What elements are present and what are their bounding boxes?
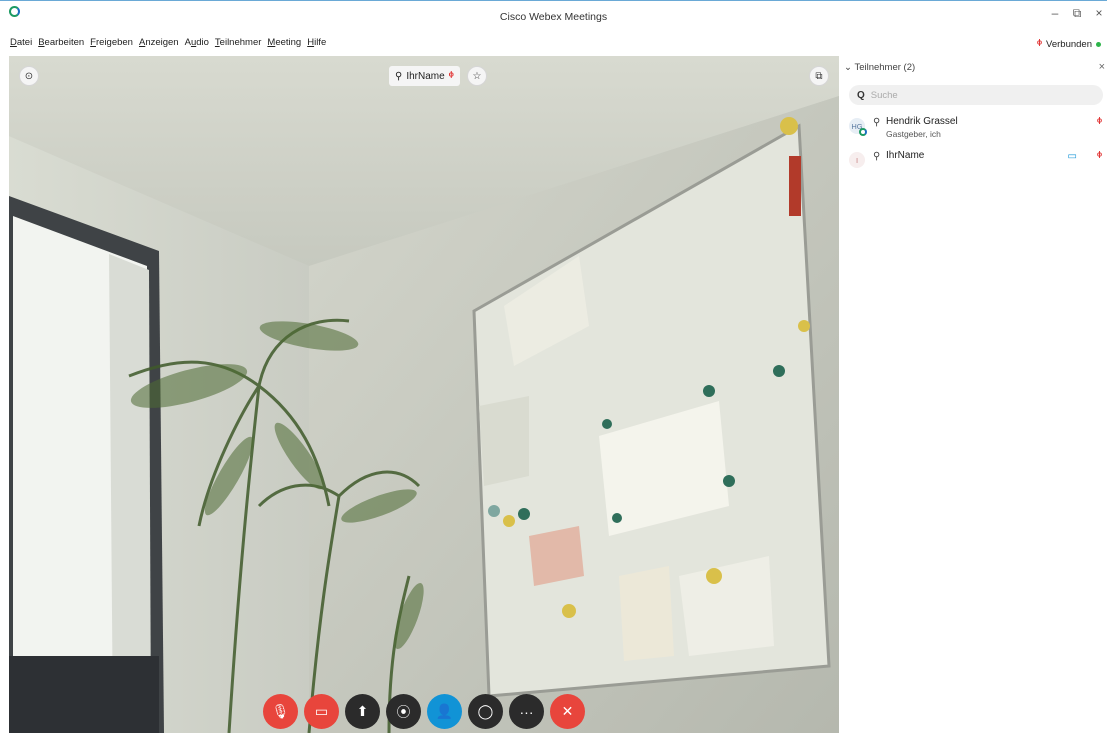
menu-bar: Datei Bearbeiten Freigeben Anzeigen Audi… xyxy=(0,37,326,53)
meeting-info-button[interactable]: ⊙ xyxy=(19,66,39,86)
window-title: Cisco Webex Meetings xyxy=(499,11,608,23)
menu-audio[interactable]: Audio xyxy=(185,37,209,53)
share-icon: ⬆ xyxy=(356,703,369,719)
muted-mic-icon: ᶲ xyxy=(448,70,454,82)
participant-role: Gastgeber, ich xyxy=(886,129,941,139)
more-icon: ··· xyxy=(519,703,534,720)
video-camera-icon: ▭ xyxy=(1067,151,1077,162)
search-icon: Q xyxy=(857,89,865,101)
window-controls: – ⧉ × xyxy=(1049,6,1105,21)
connection-status: ᶲ Verbunden xyxy=(1037,39,1101,50)
mute-button[interactable]: 🎙 xyxy=(263,694,298,729)
record-button[interactable]: ⦿ xyxy=(386,694,421,729)
self-name-chip: ⚲ IhrName ᶲ xyxy=(389,66,460,86)
meeting-controls: 🎙 ▭ ⬆ ⦿ 👤 ◯ ··· ✕ xyxy=(263,694,585,729)
participants-button[interactable]: 👤 xyxy=(427,694,462,729)
menu-teilnehmer[interactable]: Teilnehmer xyxy=(215,37,261,53)
participants-panel-header[interactable]: ⌄ Teilnehmer (2) xyxy=(844,62,1107,76)
chat-icon: ◯ xyxy=(477,703,494,719)
close-icon[interactable]: × xyxy=(1093,6,1105,21)
menu-bearbeiten[interactable]: Bearbeiten xyxy=(38,37,84,53)
video-off-icon: ▭ xyxy=(314,703,329,719)
mic-off-icon: 🎙 xyxy=(271,703,290,719)
video-area: ⊙ ⚲ IhrName ᶲ ☆ ⧉ 🎙 ▭ ⬆ ⦿ 👤 ◯ ··· ✕ xyxy=(9,56,839,733)
webex-logo-icon xyxy=(859,128,867,136)
layout-switch-button[interactable]: ⧉ xyxy=(809,66,829,86)
share-button[interactable]: ⬆ xyxy=(345,694,380,729)
menu-anzeigen[interactable]: Anzeigen xyxy=(139,37,179,53)
muted-mic-icon[interactable]: ᶲ xyxy=(1097,117,1102,128)
participants-icon: 👤 xyxy=(435,703,454,719)
restore-icon[interactable]: ⧉ xyxy=(1071,6,1083,21)
audio-connection-icon: ⚲ xyxy=(873,151,881,162)
title-bar: Cisco Webex Meetings – ⧉ × xyxy=(0,0,1107,36)
menu-hilfe[interactable]: Hilfe xyxy=(307,37,326,53)
stop-video-button[interactable]: ▭ xyxy=(304,694,339,729)
close-panel-icon[interactable]: × xyxy=(1099,61,1105,73)
menu-datei[interactable]: Datei xyxy=(10,37,32,53)
close-icon: ✕ xyxy=(561,703,574,719)
participant-name: Hendrik Grassel xyxy=(886,116,958,127)
avatar: I xyxy=(849,152,865,168)
participants-panel-title: Teilnehmer (2) xyxy=(854,62,916,73)
participants-panel: ⌄ Teilnehmer (2) × Q HG ⚲ Hendrik Grasse… xyxy=(839,56,1107,733)
minimize-icon[interactable]: – xyxy=(1049,6,1061,21)
participant-name: IhrName xyxy=(886,150,925,161)
end-meeting-button[interactable]: ✕ xyxy=(550,694,585,729)
chevron-down-icon: ⌄ xyxy=(844,62,852,73)
connection-label: Verbunden xyxy=(1046,39,1092,50)
self-name-label: IhrName xyxy=(406,70,445,82)
pin-button[interactable]: ☆ xyxy=(467,66,487,86)
audio-connection-icon: ⚲ xyxy=(873,117,881,128)
record-icon: ⦿ xyxy=(396,703,411,720)
audio-connection-icon: ⚲ xyxy=(395,70,403,82)
camera-feed-image xyxy=(9,56,839,733)
chat-button[interactable]: ◯ xyxy=(468,694,503,729)
connection-dot-icon xyxy=(1096,42,1101,47)
muted-mic-icon[interactable]: ᶲ xyxy=(1097,151,1102,162)
muted-mic-icon: ᶲ xyxy=(1037,39,1043,50)
participant-row[interactable]: HG ⚲ Hendrik Grassel Gastgeber, ich ᶲ xyxy=(849,114,1107,142)
menu-freigeben[interactable]: Freigeben xyxy=(90,37,133,53)
more-options-button[interactable]: ··· xyxy=(509,694,544,729)
search-input[interactable] xyxy=(870,89,1071,101)
participant-row[interactable]: I ⚲ IhrName ▭ ᶲ xyxy=(849,148,1107,176)
participant-search: Q xyxy=(849,85,1103,105)
menu-meeting[interactable]: Meeting xyxy=(267,37,301,53)
